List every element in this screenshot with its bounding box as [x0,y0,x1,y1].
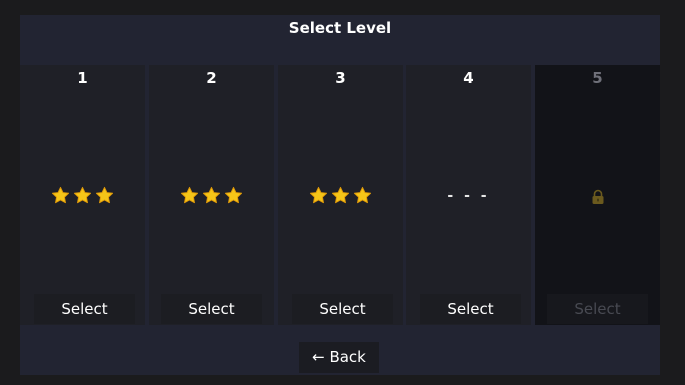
star-icon [202,186,221,204]
select-level-2-button[interactable]: Select [161,294,262,324]
select-level-1-button[interactable]: Select [34,294,135,324]
star-rating [20,186,145,205]
star-icon [51,186,70,204]
star-icon [73,186,92,204]
level-card-1: 1 Select [20,65,145,325]
star-icon [309,186,328,204]
level-number: 1 [77,69,88,87]
star-icon [224,186,243,204]
page-title: Select Level [288,19,392,37]
level-card-4: 4 - - - Select [406,65,531,325]
star-rating [278,186,403,205]
level-card-5: 5 Select [535,65,660,325]
no-rating-placeholder: - - - [447,188,490,204]
level-number: 3 [335,69,346,87]
level-card-3: 3 Select [278,65,403,325]
star-rating [149,186,274,205]
select-level-5-button[interactable]: Select [547,294,648,324]
level-number: 5 [592,69,603,87]
star-icon [95,186,114,204]
level-number: 4 [463,69,474,87]
level-list: 1 Select 2 Select 3 Select 4 - - - Selec… [20,65,660,325]
level-card-2: 2 Select [149,65,274,325]
select-level-3-button[interactable]: Select [292,294,393,324]
star-icon [180,186,199,204]
star-icon [331,186,350,204]
level-number: 2 [206,69,217,87]
lock-icon [592,189,604,204]
star-icon [353,186,372,204]
back-button[interactable]: ← Back [299,342,379,373]
level-select-panel: Select Level 1 Select 2 Select 3 Select … [20,15,660,375]
select-level-4-button[interactable]: Select [420,294,521,324]
